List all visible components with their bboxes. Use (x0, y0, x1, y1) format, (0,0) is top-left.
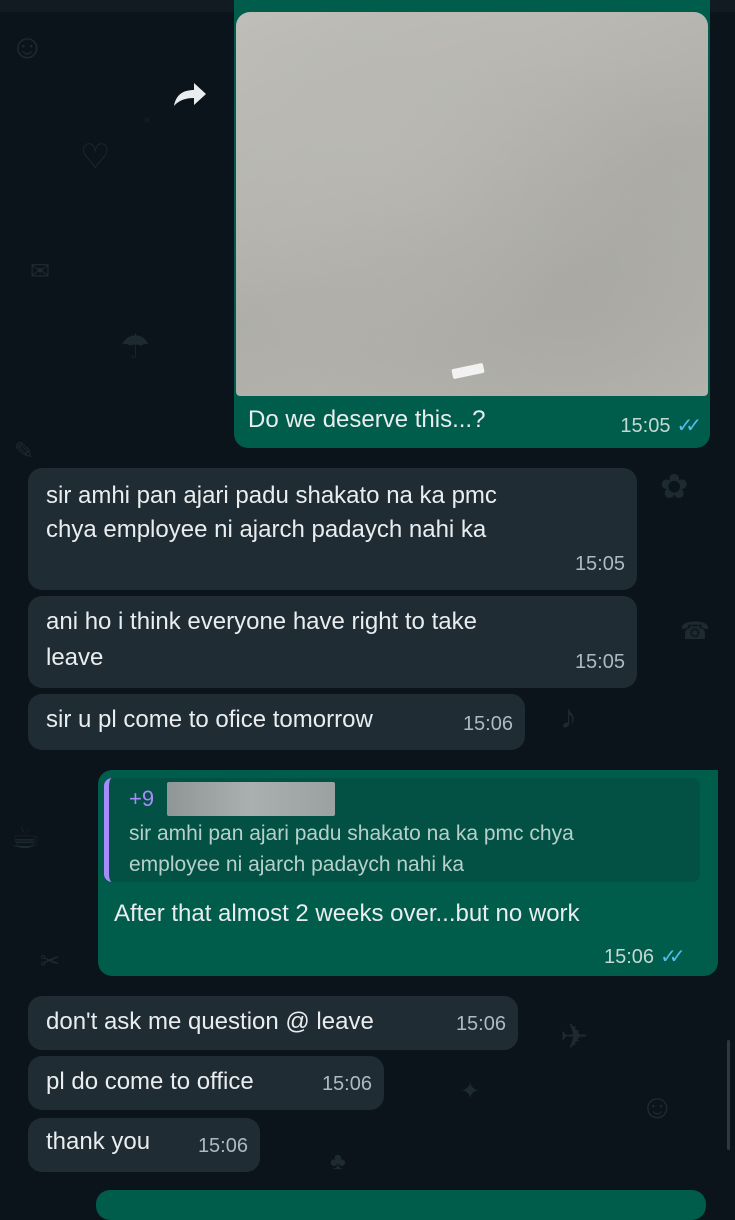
message-outgoing-partial[interactable] (96, 1190, 706, 1220)
message-text-line: sir amhi pan ajari padu shakato na ka pm… (46, 482, 497, 509)
message-text: After that almost 2 weeks over...but no … (114, 900, 580, 927)
doodle-icon: ♪ (560, 698, 577, 736)
message-incoming[interactable]: ani ho i think everyone have right to ta… (28, 596, 637, 688)
message-incoming[interactable]: sir amhi pan ajari padu shakato na ka pm… (28, 468, 637, 590)
message-text: sir u pl come to ofice tomorrow (46, 706, 373, 733)
quoted-text-line: sir amhi pan ajari padu shakato na ka pm… (129, 822, 574, 845)
message-time: 15:06 (462, 713, 513, 735)
message-time: 15:05 (574, 651, 625, 673)
message-incoming[interactable]: don't ask me question @ leave 15:06 (28, 996, 518, 1050)
message-incoming[interactable]: pl do come to office 15:06 (28, 1056, 384, 1110)
message-text-line: leave (46, 644, 104, 671)
quoted-text: sir amhi pan ajari padu shakato na ka pm… (129, 818, 689, 880)
forward-arrow-icon[interactable] (170, 80, 210, 110)
doodle-icon: ☕ (10, 818, 41, 856)
message-text: don't ask me question @ leave (46, 1008, 374, 1035)
message-time: 15:06 (455, 1013, 506, 1035)
double-check-icon: ✓✓ (676, 415, 701, 437)
double-check-icon: ✓✓ (660, 946, 685, 968)
message-incoming[interactable]: sir u pl come to ofice tomorrow 15:06 (28, 694, 525, 750)
doodle-icon: ☺ (10, 28, 45, 66)
image-caption: Do we deserve this...? 15:05 ✓✓ (234, 396, 710, 448)
doodle-icon: ☺ (640, 1088, 675, 1126)
quoted-message[interactable]: +9 sir amhi pan ajari padu shakato na ka… (104, 778, 700, 882)
message-incoming[interactable]: thank you 15:06 (28, 1118, 260, 1172)
message-time: 15:05 ✓✓ (620, 410, 701, 442)
message-text-line: chya employee ni ajarch padaych nahi ka (46, 516, 487, 543)
message-time: 15:06 (321, 1073, 372, 1095)
image-paper-scrap (451, 362, 485, 380)
doodle-icon: ♡ (80, 138, 111, 176)
message-text: thank you (46, 1128, 151, 1155)
message-text-line: ani ho i think everyone have right to ta… (46, 608, 477, 635)
message-time: 15:06 ✓✓ (604, 946, 685, 968)
quoted-text-line: employee ni ajarch padaych nahi ka (129, 853, 465, 876)
redacted-number (167, 782, 335, 816)
doodle-icon: ✈ (560, 1018, 589, 1056)
doodle-icon: ✎ (14, 438, 35, 465)
doodle-icon: ♣ (330, 1148, 346, 1175)
doodle-icon: ✂ (40, 948, 61, 975)
doodle-icon: ☎ (680, 618, 710, 645)
scrollbar[interactable] (727, 1040, 730, 1150)
doodle-icon: ✿ (660, 468, 689, 506)
doodle-icon: ☂ (120, 328, 151, 366)
quoted-sender: +9 (129, 786, 155, 811)
message-time: 15:05 (574, 553, 625, 575)
message-text: pl do come to office (46, 1068, 254, 1095)
doodle-icon: ✦ (460, 1078, 481, 1105)
message-image[interactable] (236, 12, 708, 396)
doodle-icon: ✉ (30, 258, 51, 285)
caption-text: Do we deserve this...? (248, 406, 486, 433)
message-time: 15:06 (197, 1135, 248, 1157)
